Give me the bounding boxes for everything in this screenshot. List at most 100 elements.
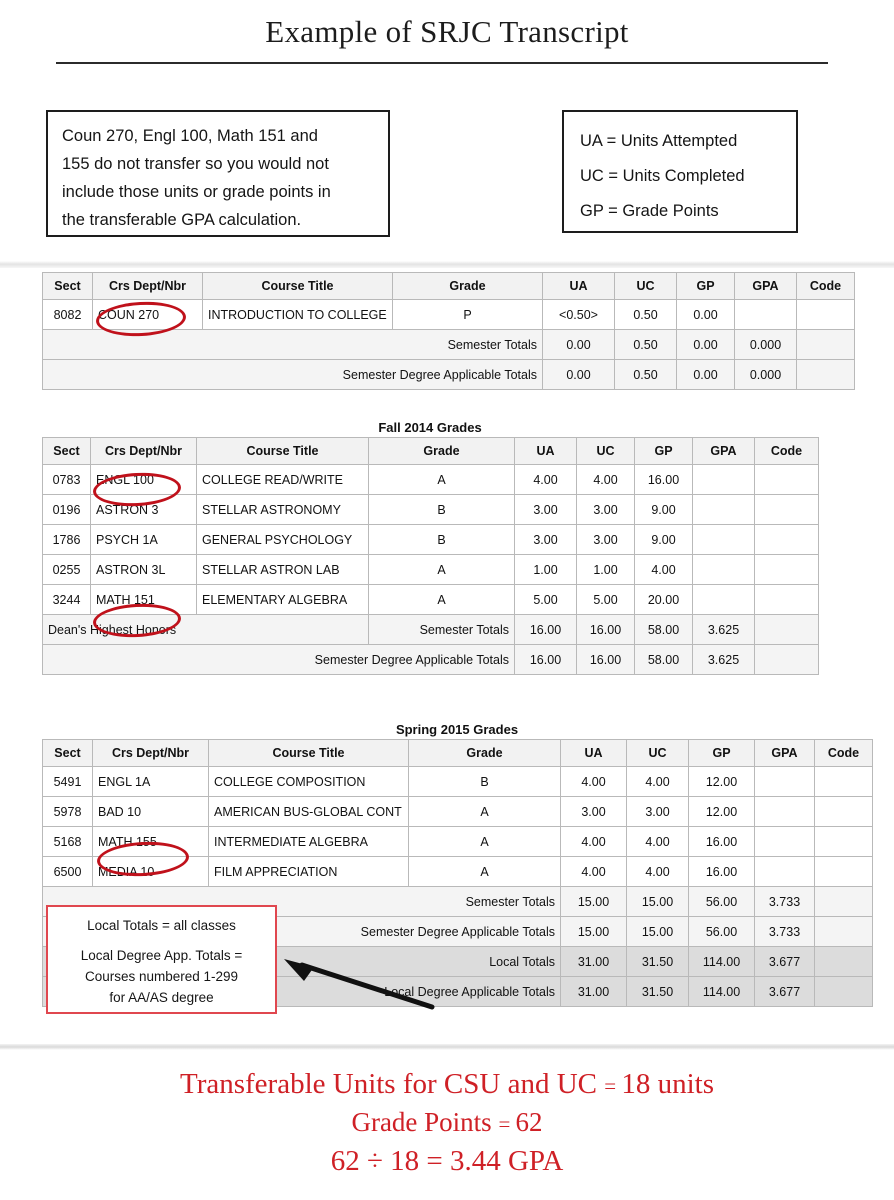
cell-grade: A [368,584,515,615]
table-row: 0255 ASTRON 3L STELLAR ASTRON LAB A 1.00 1.00… [42,554,819,585]
cell-code [754,584,819,615]
title-divider [56,62,828,64]
legend-box: UA = Units Attempted UC = Units Complete… [562,110,798,233]
cell-ua: 4.00 [514,464,577,495]
totals-gpa: 3.677 [754,976,815,1007]
table-row: 3244 MATH 151 ELEMENTARY ALGEBRA A 5.00 5.00 2… [42,584,819,615]
cell-ua: 4.00 [560,826,627,857]
cell-ua: 4.00 [560,856,627,887]
cell-uc: 3.00 [576,524,635,555]
totals-label: Semester Totals [368,614,515,645]
col-code: Code [754,437,819,465]
col-ua: UA [514,437,577,465]
cell-code [796,299,855,330]
cell-gpa [754,796,815,827]
totals-gp: 56.00 [688,916,755,947]
totals-gpa: 3.625 [692,644,755,675]
totals-gp: 0.00 [676,329,735,360]
cell-sect: 5978 [42,796,93,827]
totals-code [814,976,873,1007]
totals-gpa: 3.733 [754,886,815,917]
col-gp: GP [688,739,755,767]
totals-uc: 31.50 [626,976,689,1007]
transfer-note-line: 155 do not transfer so you would not [62,155,329,173]
col-gpa: GPA [754,739,815,767]
cell-code [754,524,819,555]
caption-fall-2014: Fall 2014 Grades [378,420,482,435]
totals-gpa: 0.000 [734,359,797,390]
cell-ua: 3.00 [514,494,577,525]
totals-row: Semester Totals 0.00 0.50 0.00 0.000 [42,329,855,360]
cell-uc: 5.00 [576,584,635,615]
table-header-row: Sect Crs Dept/Nbr Course Title Grade UA … [42,739,873,767]
cell-grade: B [408,766,561,797]
totals-ua: 31.00 [560,946,627,977]
cell-uc: 4.00 [626,826,689,857]
totals-gpa: 3.677 [754,946,815,977]
cell-grade: P [392,299,543,330]
col-code: Code [814,739,873,767]
cell-gpa [754,766,815,797]
totals-ua: 16.00 [514,614,577,645]
cell-code [754,554,819,585]
totals-code [796,329,855,360]
totals-ua: 0.00 [542,329,615,360]
cell-uc: 3.00 [626,796,689,827]
table-row: 5168 MATH 155 INTERMEDIATE ALGEBRA A 4.00 4.0… [42,826,873,857]
col-sect: Sect [42,739,93,767]
cell-sect: 0255 [42,554,91,585]
local-totals-note-box: Local Totals = all classes Local Degree … [46,905,277,1014]
cell-code [754,494,819,525]
cell-title: STELLAR ASTRONOMY [196,494,369,525]
cell-grade: A [368,554,515,585]
totals-uc: 16.00 [576,614,635,645]
cell-crs: MATH 151 [90,584,197,615]
col-grade: Grade [368,437,515,465]
totals-uc: 15.00 [626,886,689,917]
local-note-line: for AA/AS degree [109,990,214,1005]
totals-ua: 16.00 [514,644,577,675]
totals-code [754,644,819,675]
col-gp: GP [634,437,693,465]
transcript-table-fall-2014: Sect Crs Dept/Nbr Course Title Grade UA … [42,437,819,675]
cell-gp: 20.00 [634,584,693,615]
cell-grade: B [368,494,515,525]
cell-uc: 4.00 [576,464,635,495]
pointer-arrow-icon [284,959,435,1010]
cell-sect: 3244 [42,584,91,615]
cell-ua: 1.00 [514,554,577,585]
col-title: Course Title [196,437,369,465]
cell-title: INTRODUCTION TO COLLEGE [202,299,393,330]
cell-title: COLLEGE READ/WRITE [196,464,369,495]
cell-crs: ASTRON 3L [90,554,197,585]
cell-uc: 4.00 [626,766,689,797]
cell-crs: BAD 10 [92,796,209,827]
cell-sect: 5491 [42,766,93,797]
local-note-spacer [48,936,275,945]
table-row: 8082 COUN 270 INTRODUCTION TO COLLEGE P … [42,299,855,330]
table-row: 1786 PSYCH 1A GENERAL PSYCHOLOGY B 3.00 3.00 9… [42,524,819,555]
cell-crs: ASTRON 3 [90,494,197,525]
totals-ua: 15.00 [560,916,627,947]
cell-gpa [692,554,755,585]
footer-line2-value: 62 [515,1107,543,1137]
col-gp: GP [676,272,735,300]
cell-gp: 16.00 [688,826,755,857]
transcript-table-summer: Sect Crs Dept/Nbr Course Title Grade UA … [42,272,855,390]
scan-edge-top [0,261,894,268]
cell-code [814,826,873,857]
cell-ua: <0.50> [542,299,615,330]
cell-ua: 3.00 [560,796,627,827]
totals-gpa: 3.625 [692,614,755,645]
footer-line2-text: Grade Points [351,1107,499,1137]
footer-transferable-units: Transferable Units for CSU and UC = 18 u… [0,1068,894,1101]
cell-sect: 6500 [42,856,93,887]
cell-grade: A [408,856,561,887]
cell-title: ELEMENTARY ALGEBRA [196,584,369,615]
totals-code [814,946,873,977]
cell-gp: 9.00 [634,524,693,555]
cell-title: STELLAR ASTRON LAB [196,554,369,585]
cell-gp: 16.00 [688,856,755,887]
cell-code [754,464,819,495]
totals-gp: 58.00 [634,614,693,645]
